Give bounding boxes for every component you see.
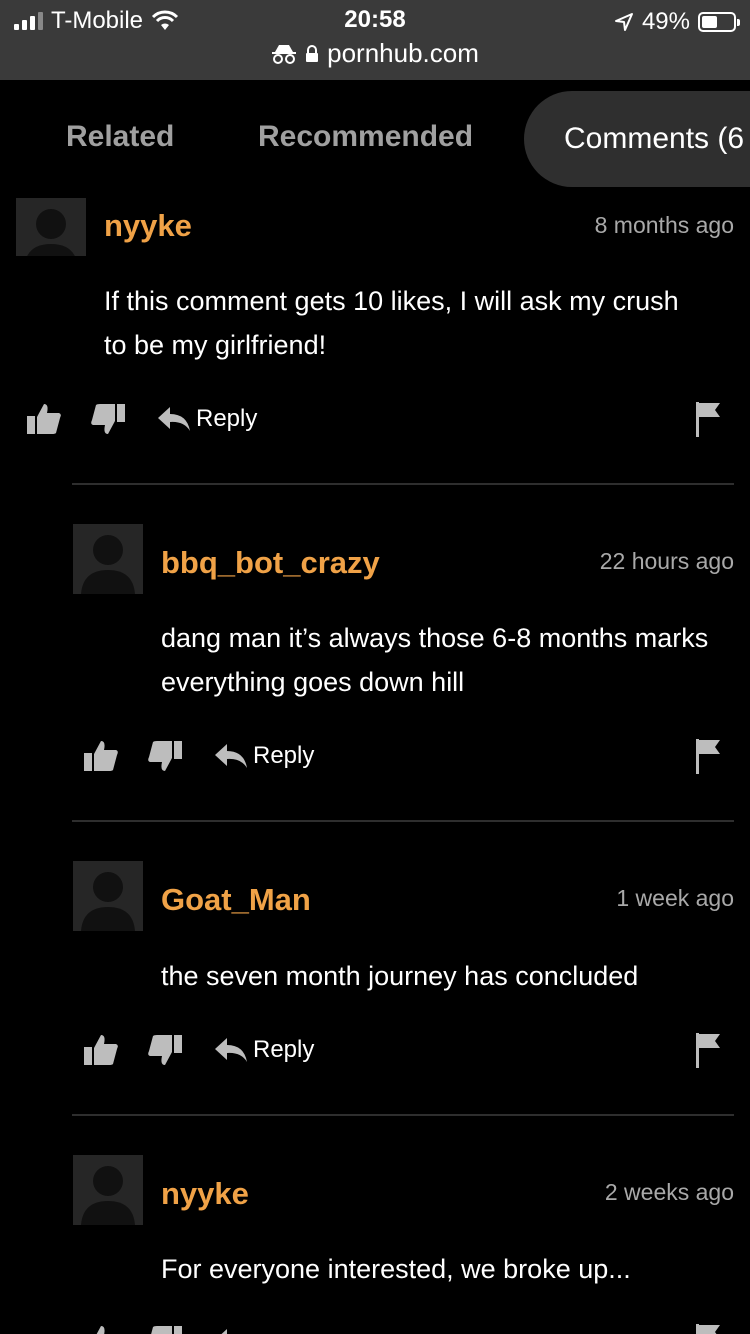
reply-label: Reply [253, 1036, 315, 1063]
user-silhouette-icon [81, 1166, 135, 1225]
report-flag-button[interactable] [694, 736, 722, 776]
divider [72, 1114, 734, 1116]
user-silhouette-icon [81, 872, 135, 931]
reply-button[interactable] [213, 1321, 249, 1334]
location-arrow-icon [614, 13, 633, 31]
like-button[interactable] [83, 736, 119, 776]
comment: nyyke 8 months ago If this comment gets … [0, 190, 750, 490]
avatar[interactable] [73, 861, 143, 931]
comment-username[interactable]: bbq_bot_crazy [161, 545, 380, 581]
url-bar[interactable]: pornhub.com [0, 38, 750, 69]
reply-label: Reply [253, 742, 315, 769]
tab-recommended[interactable]: Recommended [258, 120, 473, 154]
reply-button[interactable]: Reply [213, 1030, 314, 1070]
avatar[interactable] [73, 524, 143, 594]
battery-percent: 49% [641, 8, 690, 35]
thumbs-down-icon [91, 404, 125, 434]
comment-text: For everyone interested, we broke up... [161, 1254, 631, 1284]
avatar[interactable] [16, 198, 86, 256]
user-silhouette-icon [27, 209, 75, 256]
comment-text: If this comment gets 10 likes, I will as… [104, 286, 679, 360]
comment-actions [0, 1321, 750, 1334]
comment-username[interactable]: nyyke [104, 208, 192, 244]
reply-arrow-icon [215, 1038, 247, 1062]
thumbs-up-icon [27, 404, 61, 434]
comment: nyyke 2 weeks ago For everyone intereste… [0, 1153, 750, 1334]
divider [72, 820, 734, 822]
thumbs-down-icon [148, 741, 182, 771]
comment-actions: Reply [0, 1030, 750, 1070]
comment-username[interactable]: nyyke [161, 1176, 249, 1212]
comment: Goat_Man 1 week ago the seven month jour… [0, 859, 750, 1119]
report-flag-button[interactable] [694, 1030, 722, 1070]
reply-arrow-icon [158, 407, 190, 431]
flag-icon [696, 1033, 720, 1068]
flag-icon [696, 1324, 720, 1334]
report-flag-button[interactable] [694, 1321, 722, 1334]
divider [72, 483, 734, 485]
private-browsing-icon [272, 44, 297, 64]
url-text: pornhub.com [327, 38, 479, 68]
comment: bbq_bot_crazy 22 hours ago dang man it’s… [0, 522, 750, 822]
comment-actions: Reply [0, 736, 750, 776]
comment-timestamp: 1 week ago [616, 885, 734, 911]
like-button[interactable] [83, 1030, 119, 1070]
comment-actions: Reply [0, 399, 750, 439]
comment-text: the seven month journey has concluded [161, 961, 639, 991]
avatar[interactable] [73, 1155, 143, 1225]
comment-timestamp: 22 hours ago [599, 548, 734, 574]
like-button[interactable] [26, 399, 62, 439]
reply-label: Reply [196, 405, 258, 432]
flag-icon [696, 402, 720, 437]
comment-timestamp: 2 weeks ago [604, 1179, 734, 1205]
battery-icon [698, 12, 740, 32]
status-right: 49% [614, 8, 740, 36]
tab-related[interactable]: Related [66, 120, 174, 154]
thumbs-up-icon [96, 1326, 105, 1334]
comment-username[interactable]: Goat_Man [161, 882, 311, 918]
dislike-button[interactable] [90, 399, 126, 439]
report-flag-button[interactable] [694, 399, 722, 439]
thumbs-up-icon [84, 1035, 118, 1065]
reply-arrow-icon [221, 1329, 227, 1334]
flag-icon [696, 739, 720, 774]
thumbs-up-icon [84, 741, 118, 771]
like-button[interactable] [83, 1321, 119, 1334]
comment-timestamp: 8 months ago [594, 212, 734, 238]
comment-text: dang man it’s always those 6-8 months ma… [161, 623, 709, 697]
reply-arrow-icon [215, 744, 247, 768]
reply-button[interactable]: Reply [213, 736, 314, 776]
dislike-button[interactable] [147, 736, 183, 776]
tab-bar: Related Recommended Comments (6 [0, 80, 750, 198]
dislike-button[interactable] [147, 1030, 183, 1070]
dislike-button[interactable] [147, 1321, 183, 1334]
tab-comments[interactable]: Comments (6 [524, 91, 750, 187]
thumbs-down-icon [148, 1035, 182, 1065]
thumbs-down-icon [151, 1326, 182, 1334]
lock-icon [306, 44, 319, 62]
user-silhouette-icon [81, 535, 135, 594]
reply-button[interactable]: Reply [156, 399, 257, 439]
status-bar: T-Mobile 20:58 49% pornhub.com [0, 0, 750, 80]
